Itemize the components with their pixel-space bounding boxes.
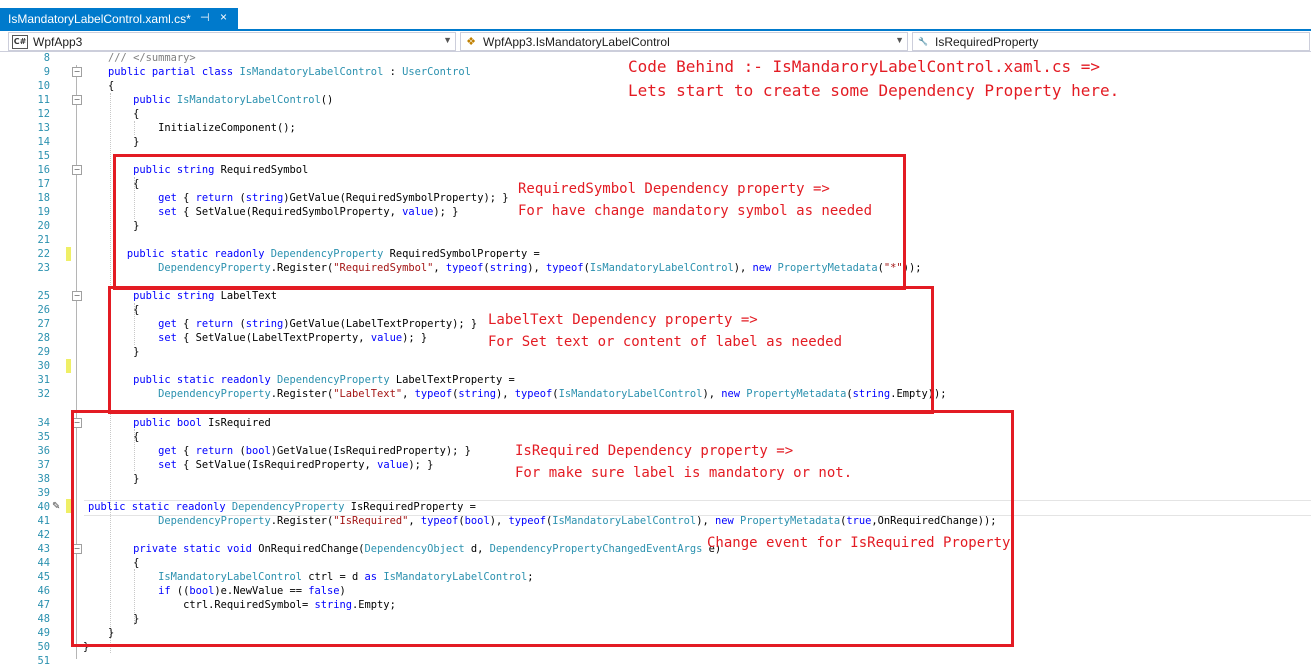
required-symbol-note-line1: RequiredSymbol Dependency property => [518, 181, 830, 197]
property-icon: 🔧 [918, 36, 928, 46]
code-text: { [58, 108, 140, 120]
class-icon: ❖ [466, 35, 476, 48]
code-editor[interactable]: ✎ 8 /// </summary> 9− public partial cla… [0, 51, 1311, 672]
chevron-down-icon[interactable]: ▼ [895, 35, 904, 45]
navigation-bar: C# WpfApp3 ▼ ❖ WpfApp3.IsMandatoryLabelC… [0, 31, 1311, 52]
line-number: 43 [37, 543, 50, 555]
member-dropdown-value: IsRequiredProperty [935, 34, 1039, 49]
code-text: InitializeComponent(); [58, 122, 296, 134]
line-number: 13 [37, 122, 50, 134]
type-dropdown[interactable]: ❖ WpfApp3.IsMandatoryLabelControl ▼ [460, 32, 908, 51]
line-number: 50 [37, 641, 50, 653]
label-text-note-line2: For Set text or content of label as need… [488, 334, 843, 350]
line-number: 42 [37, 529, 50, 541]
code-text: } [58, 136, 140, 148]
line-number: 21 [37, 234, 50, 246]
code-line: 13 InitializeComponent(); [0, 121, 1311, 135]
tab-title: IsMandatoryLabelControl.xaml.cs* [8, 11, 191, 26]
line-number: 31 [37, 374, 50, 386]
line-number: 36 [37, 445, 50, 457]
line-number: 26 [37, 304, 50, 316]
line-number: 20 [37, 220, 50, 232]
is-required-note: IsRequired Dependency property => For ma… [515, 440, 852, 484]
line-number: 37 [37, 459, 50, 471]
code-line: 51 [0, 654, 1311, 668]
label-text-note-line1: LabelText Dependency property => [488, 312, 758, 328]
required-symbol-note: RequiredSymbol Dependency property => Fo… [518, 178, 872, 222]
is-required-note-line1: IsRequired Dependency property => [515, 443, 794, 459]
member-dropdown[interactable]: 🔧 IsRequiredProperty [912, 32, 1310, 51]
line-number: 28 [37, 332, 50, 344]
line-number: 44 [37, 557, 50, 569]
line-number: 27 [37, 318, 50, 330]
header-note: Code Behind :- IsMandaroryLabelControl.x… [628, 55, 1119, 103]
line-number: 29 [37, 346, 50, 358]
line-number: 41 [37, 515, 50, 527]
line-number: 48 [37, 613, 50, 625]
label-text-note: LabelText Dependency property => For Set… [488, 309, 842, 353]
line-number: 34 [37, 417, 50, 429]
line-number: 49 [37, 627, 50, 639]
line-number: 10 [37, 80, 50, 92]
line-number: 39 [37, 487, 50, 499]
project-dropdown-value: WpfApp3 [33, 34, 83, 49]
line-number: 18 [37, 192, 50, 204]
line-number: 11 [37, 94, 50, 106]
type-dropdown-value: WpfApp3.IsMandatoryLabelControl [483, 34, 670, 49]
line-number: 40 [37, 501, 50, 513]
project-dropdown[interactable]: C# WpfApp3 ▼ [8, 32, 456, 51]
line-number: 19 [37, 206, 50, 218]
header-note-line2: Lets start to create some Dependency Pro… [628, 81, 1120, 100]
code-text: public IsMandatoryLabelControl() [133, 94, 334, 106]
pin-icon[interactable]: ⊣ [200, 11, 210, 24]
chevron-down-icon[interactable]: ▼ [443, 35, 452, 45]
code-text: /// </summary> [58, 52, 196, 64]
line-number: 51 [37, 655, 50, 667]
line-number: 30 [37, 360, 50, 372]
line-number: 23 [37, 262, 50, 274]
close-icon[interactable]: × [220, 10, 227, 24]
code-line: 12 { [0, 107, 1311, 121]
line-number: 12 [37, 108, 50, 120]
csharp-project-icon: C# [12, 34, 28, 49]
line-number: 47 [37, 599, 50, 611]
line-number: 16 [37, 164, 50, 176]
line-number: 14 [37, 136, 50, 148]
is-required-note-line2: For make sure label is mandatory or not. [515, 465, 853, 481]
change-event-note: Change event for IsRequired Property [707, 535, 1011, 551]
header-note-line1: Code Behind :- IsMandaroryLabelControl.x… [628, 57, 1101, 76]
line-number: 32 [37, 388, 50, 400]
code-line: 14 } [0, 135, 1311, 149]
tab-ismandatorylabelcontrol-xaml-cs[interactable]: IsMandatoryLabelControl.xaml.cs* ⊣ × [0, 8, 238, 29]
line-number: 9 [43, 66, 50, 78]
line-number: 46 [37, 585, 50, 597]
line-number: 25 [37, 290, 50, 302]
line-number: 17 [37, 178, 50, 190]
line-number: 22 [37, 248, 50, 260]
line-number: 8 [43, 52, 50, 64]
code-text: public partial class IsMandatoryLabelCon… [108, 66, 471, 78]
code-text: { [58, 80, 115, 92]
document-tab-strip: IsMandatoryLabelControl.xaml.cs* ⊣ × [0, 0, 1311, 31]
line-number: 15 [37, 150, 50, 162]
required-symbol-note-line2: For have change mandatory symbol as need… [518, 203, 873, 219]
line-number: 45 [37, 571, 50, 583]
line-number: 38 [37, 473, 50, 485]
required-symbol-highlight-box [113, 154, 906, 290]
line-number: 35 [37, 431, 50, 443]
